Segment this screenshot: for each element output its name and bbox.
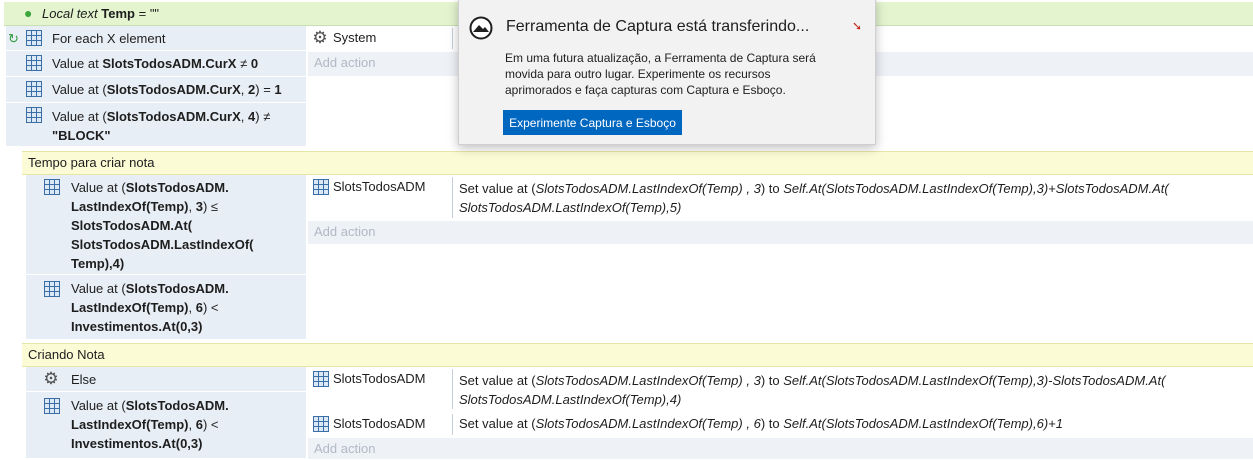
condition-for-each[interactable]: ↻ For each X element	[6, 26, 306, 51]
group-header-tempo-para-criar-nota[interactable]: Tempo para criar nota	[22, 151, 1253, 175]
array-icon	[44, 281, 60, 297]
action-expression: Set value at (SlotsTodosADM.LastIndexOf(…	[459, 181, 1169, 215]
array-icon	[26, 30, 42, 46]
array-icon	[313, 371, 329, 387]
event1-conditions[interactable]: ↻ For each X element Value at SlotsTodos…	[6, 26, 306, 147]
pin-icon[interactable]: ➘	[852, 19, 862, 33]
group1-conditions[interactable]: Value at (SlotsTodosADM. LastIndexOf(Tem…	[26, 175, 306, 340]
action-expression: Set value at (SlotsTodosADM.LastIndexOf(…	[459, 416, 1063, 431]
group2-conditions[interactable]: ⚙ Else Value at (SlotsTodosADM. LastInde…	[26, 367, 306, 459]
snipping-tool-notification[interactable]: Ferramenta de Captura está transferindo.…	[458, 0, 876, 145]
local-variable-text: Local text Temp = ""	[42, 6, 160, 21]
loop-icon: ↻	[8, 31, 19, 46]
condition-curx-2-equals-1[interactable]: Value at (SlotsTodosADM.CurX, 2) = 1	[6, 77, 306, 103]
action-expression: Set value at (SlotsTodosADM.LastIndexOf(…	[459, 373, 1166, 407]
array-icon	[26, 81, 42, 97]
condition-lastindexof-3-le[interactable]: Value at (SlotsTodosADM. LastIndexOf(Tem…	[26, 175, 306, 275]
array-icon	[313, 416, 329, 432]
group2-action-set-value-6[interactable]: SlotsTodosADM Set value at (SlotsTodosAD…	[308, 412, 1253, 437]
notification-body: Em uma futura atualização, a Ferramenta …	[505, 51, 816, 97]
group2-add-action[interactable]: Add action	[308, 438, 1253, 459]
condition-curx-not-zero[interactable]: Value at SlotsTodosADM.CurX ≠ 0	[6, 51, 306, 77]
group-header-criando-nota[interactable]: Criando Nota	[22, 343, 1253, 367]
array-icon	[26, 107, 42, 123]
snipping-tool-icon	[469, 16, 493, 40]
array-icon	[44, 398, 60, 414]
condition-lastindexof-6-lt-2[interactable]: Value at (SlotsTodosADM. LastIndexOf(Tem…	[26, 393, 306, 459]
group2-action-set-value-3[interactable]: SlotsTodosADM Set value at (SlotsTodosAD…	[308, 367, 1253, 411]
condition-curx-4-not-block[interactable]: Value at (SlotsTodosADM.CurX, 4) ≠ "BLOC…	[6, 103, 306, 147]
array-icon	[44, 179, 60, 195]
array-icon	[26, 55, 42, 71]
array-icon	[313, 179, 329, 195]
try-snip-sketch-button[interactable]: Experimente Captura e Esboço	[503, 110, 682, 135]
condition-lastindexof-6-lt[interactable]: Value at (SlotsTodosADM. LastIndexOf(Tem…	[26, 276, 306, 340]
group1-add-action[interactable]: Add action	[308, 221, 1253, 244]
gear-icon: ⚙	[43, 369, 59, 388]
location-pin-icon: ●	[24, 5, 33, 21]
gear-icon: ⚙	[312, 28, 328, 47]
notification-title: Ferramenta de Captura está transferindo.…	[506, 18, 810, 35]
condition-else[interactable]: ⚙ Else	[26, 367, 306, 392]
group1-action-set-value[interactable]: SlotsTodosADM Set value at (SlotsTodosAD…	[308, 175, 1253, 220]
